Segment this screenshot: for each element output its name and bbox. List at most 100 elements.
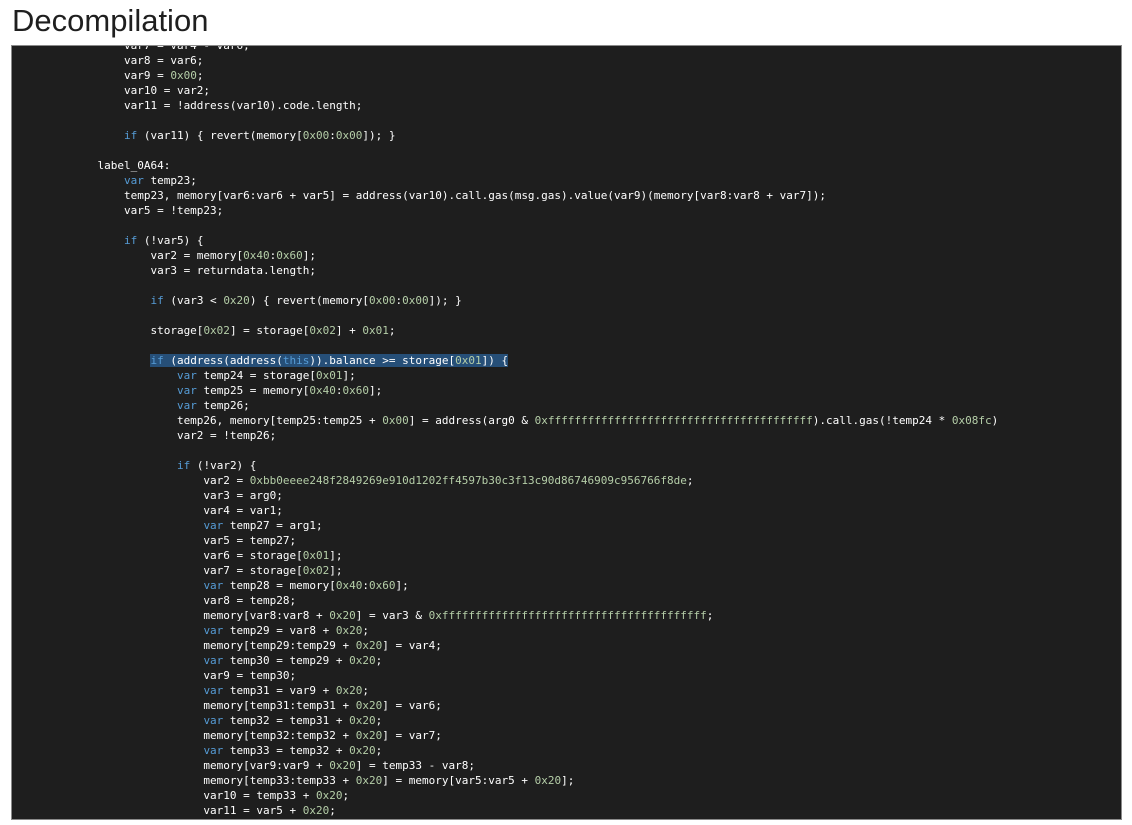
code-number: 0x20	[534, 774, 562, 787]
code-number: 0x20	[316, 789, 343, 802]
code-text: ];	[561, 774, 575, 787]
code-number: 0x40	[243, 249, 270, 262]
code-keyword: var	[203, 744, 224, 757]
code-keyword: if	[123, 129, 138, 142]
code-line: var2 = !temp26;	[18, 428, 998, 443]
code-text: memory[var8:var8 +	[18, 609, 330, 622]
page: Decompilation var7 = var4 - var6; var8 =…	[0, 0, 1132, 825]
code-line: var5 = !temp23;	[18, 203, 998, 218]
code-line: var temp27 = arg1;	[18, 518, 998, 533]
code-text: temp29 = var8 +	[223, 624, 336, 637]
code-line: var temp24 = storage[0x01];	[18, 368, 998, 383]
code-text: ] = var4;	[382, 639, 442, 652]
code-line: var8 = var6;	[18, 53, 998, 68]
code-line: memory[temp33:temp33 + 0x20] = memory[va…	[18, 773, 998, 788]
code-number: 0x00	[302, 129, 330, 142]
code-text: temp32 = temp31 +	[223, 714, 350, 727]
code-number: 0x20	[329, 759, 356, 772]
code-number: 0xffffffffffffffffffffffffffffffffffffff…	[428, 609, 707, 622]
code-line: var temp33 = temp32 + 0x20;	[18, 743, 998, 758]
code-number: 0x01	[316, 369, 343, 382]
page-title: Decompilation	[12, 3, 209, 38]
code-text: ;	[375, 654, 383, 667]
code-number: 0x20	[349, 654, 376, 667]
code-text: memory[var9:var9 +	[18, 759, 330, 772]
code-keyword: var	[203, 654, 224, 667]
code-line: var3 = arg0;	[18, 488, 998, 503]
code-text: temp33 = temp32 +	[223, 744, 350, 757]
code-line: memory[temp32:temp32 + 0x20] = var7;	[18, 728, 998, 743]
code-text: ] = address(arg0 &	[408, 414, 535, 427]
code-keyword: var	[176, 399, 197, 412]
code-number: 0x20	[355, 774, 383, 787]
code-text: ];	[329, 549, 343, 562]
code-text: var10 = temp33 +	[18, 789, 317, 802]
code-number: 0x00	[402, 294, 429, 307]
code-text: )	[991, 414, 999, 427]
code-text: ] = var3 &	[355, 609, 429, 622]
code-keyword: if	[123, 234, 138, 247]
code-keyword: var	[123, 174, 144, 187]
code-keyword: var	[203, 624, 224, 637]
code-text: ;	[375, 744, 383, 757]
code-text: var8 = var6;	[18, 54, 204, 67]
code-number: 0x20	[302, 804, 330, 817]
code-line: temp26, memory[temp25:temp25 + 0x00] = a…	[18, 413, 998, 428]
code-text: temp25 = memory[	[196, 384, 310, 397]
code-keyword: var	[203, 579, 224, 592]
code-number: 0xbb0eeee248f2849269e910d1202ff4597b30c3…	[249, 474, 687, 487]
code-line: if (var3 < 0x20) { revert(memory[0x00:0x…	[18, 293, 998, 308]
code-text: (!var5) {	[137, 234, 204, 247]
code-keyword: var	[203, 519, 224, 532]
code-line: if (!var5) {	[18, 233, 998, 248]
code-number: 0x40	[309, 384, 336, 397]
decompiled-code-panel[interactable]: var7 = var4 - var6; var8 = var6; var9 = …	[11, 45, 1122, 820]
code-number: 0x20	[335, 624, 363, 637]
code-text: var7 = storage[	[18, 564, 303, 577]
code-line: memory[temp29:temp29 + 0x20] = var4;	[18, 638, 998, 653]
code-text: var10 = var2;	[18, 84, 211, 97]
code-line-selected: if (address(address(this)).balance >= st…	[18, 353, 998, 368]
code-text: var11 = !address(var10).code.length;	[18, 99, 363, 112]
code-number: 0x02	[309, 324, 336, 337]
code-text: temp28 = memory[	[223, 579, 336, 592]
code-text: ] = temp33 - var8;	[355, 759, 475, 772]
code-text: var11 = var5 +	[18, 804, 303, 817]
code-keyword: if	[176, 459, 191, 472]
code-text: ;	[362, 684, 370, 697]
code-number: 0x60	[342, 384, 370, 397]
code-number: 0x01	[455, 354, 482, 367]
code-number: 0x20	[355, 639, 383, 652]
code-text: label_0A64:	[18, 159, 171, 172]
code-number: 0x02	[203, 324, 230, 337]
code-text: ;	[706, 609, 714, 622]
code-text: ] = memory[var5:var5 +	[382, 774, 535, 787]
code-number: 0x20	[355, 729, 383, 742]
code-text: var3 = returndata.length;	[18, 264, 317, 277]
code-line: var temp26;	[18, 398, 998, 413]
code-text: :	[329, 129, 336, 142]
code-text: temp26;	[196, 399, 250, 412]
code-text: ]); }	[362, 129, 396, 142]
code-text: temp30 = temp29 +	[223, 654, 350, 667]
code-keyword: var	[176, 369, 197, 382]
code-line: var temp23;	[18, 173, 998, 188]
code-text: ]); }	[428, 294, 462, 307]
code-line: memory[var9:var9 + 0x20] = temp33 - var8…	[18, 758, 998, 773]
code-line: var temp30 = temp29 + 0x20;	[18, 653, 998, 668]
code-line: var11 = !address(var10).code.length;	[18, 98, 998, 113]
code-line: var7 = storage[0x02];	[18, 563, 998, 578]
